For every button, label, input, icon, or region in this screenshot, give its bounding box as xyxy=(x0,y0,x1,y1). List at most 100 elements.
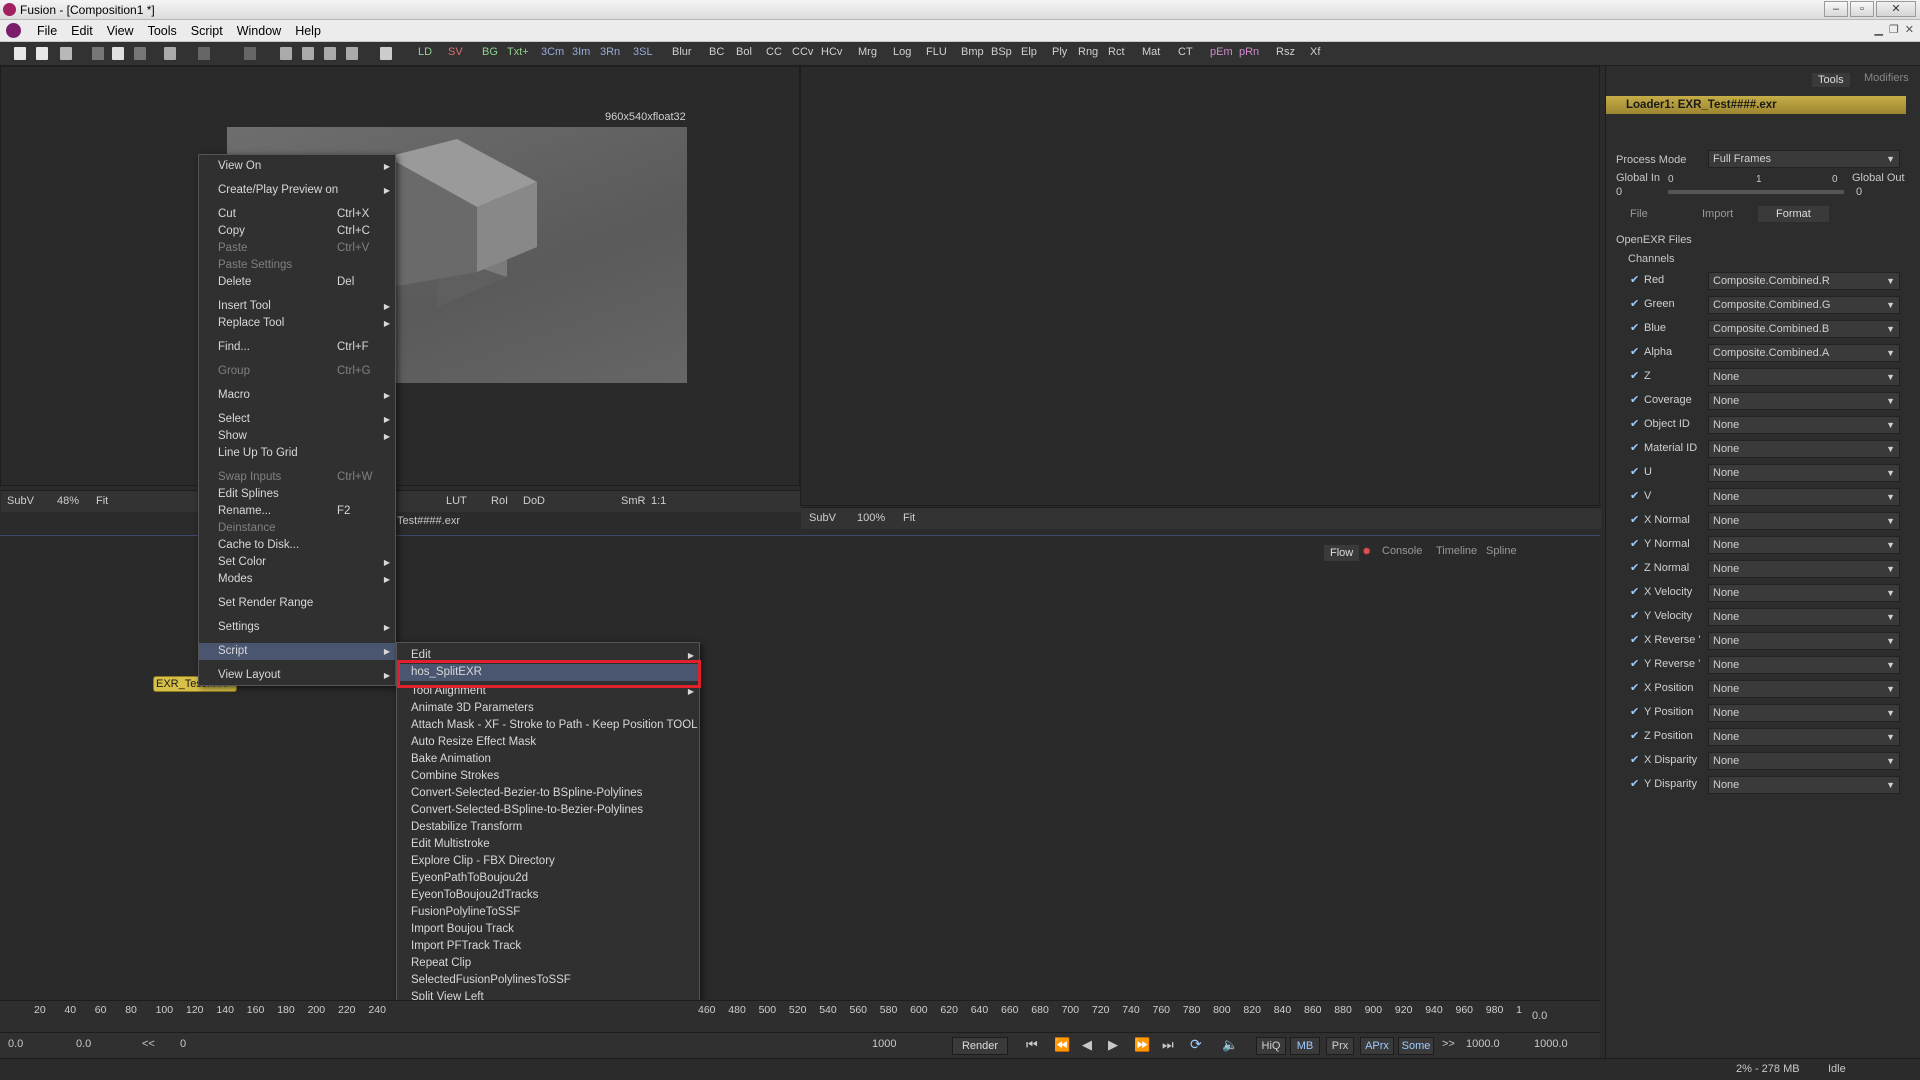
tool-bg[interactable]: BG xyxy=(482,46,498,58)
script-item-convert-selected-bspline-to-bezier-polylines[interactable]: Convert-Selected-BSpline-to-Bezier-Polyl… xyxy=(397,802,699,819)
scroll-back-button[interactable]: << xyxy=(142,1038,155,1050)
tool-bmp[interactable]: Bmp xyxy=(961,46,984,58)
context-menu-item-set-render-range[interactable]: Set Render Range xyxy=(199,595,395,612)
channel-dropdown[interactable]: None ▼ xyxy=(1708,488,1900,506)
channel-dropdown[interactable]: None ▼ xyxy=(1708,752,1900,770)
channel-checkbox[interactable]: ✔ xyxy=(1630,491,1640,502)
tool-3im[interactable]: 3Im xyxy=(572,46,590,58)
script-item-explore-clip-fbx-directory[interactable]: Explore Clip - FBX Directory xyxy=(397,853,699,870)
mb-button[interactable]: MB xyxy=(1290,1037,1320,1055)
channel-checkbox[interactable]: ✔ xyxy=(1630,563,1640,574)
tool-3sl[interactable]: 3SL xyxy=(633,46,653,58)
mdi-restore-icon[interactable]: ❐ xyxy=(1889,23,1899,36)
tool-rng[interactable]: Rng xyxy=(1078,46,1098,58)
script-item-combine-strokes[interactable]: Combine Strokes xyxy=(397,768,699,785)
zoom-dropdown-right[interactable]: 100% xyxy=(857,512,885,524)
channel-dropdown[interactable]: Composite.Combined.A ▼ xyxy=(1708,344,1900,362)
fast-forward-icon[interactable]: ⏩ xyxy=(1134,1037,1150,1053)
channel-dropdown[interactable]: None ▼ xyxy=(1708,584,1900,602)
channel-dropdown[interactable]: None ▼ xyxy=(1708,728,1900,746)
channel-checkbox[interactable]: ✔ xyxy=(1630,515,1640,526)
global-in-value[interactable]: 0 xyxy=(1616,186,1622,198)
tool-ct[interactable]: CT xyxy=(1178,46,1193,58)
prx-button[interactable]: Prx xyxy=(1326,1037,1354,1055)
tool-flu[interactable]: FLU xyxy=(926,46,947,58)
right-viewer[interactable]: SubV 100% Fit xyxy=(800,66,1601,529)
tool-xf[interactable]: Xf xyxy=(1310,46,1320,58)
context-menu-item-macro[interactable]: Macro ▶ xyxy=(199,387,395,404)
context-menu-item-rename[interactable]: Rename... F2 xyxy=(199,503,395,520)
channel-dropdown[interactable]: None ▼ xyxy=(1708,776,1900,794)
subtab-file[interactable]: File xyxy=(1630,208,1648,220)
context-menu-item-insert-tool[interactable]: Insert Tool ▶ xyxy=(199,298,395,315)
channel-checkbox[interactable]: ✔ xyxy=(1630,635,1640,646)
copy-icon[interactable] xyxy=(112,47,124,60)
context-menu-item-script[interactable]: Script ▶ xyxy=(199,643,395,660)
tool-elp[interactable]: Elp xyxy=(1021,46,1037,58)
context-menu-item-cut[interactable]: Cut Ctrl+X xyxy=(199,206,395,223)
tool-3rn[interactable]: 3Rn xyxy=(600,46,620,58)
script-item-animate-3d-parameters[interactable]: Animate 3D Parameters xyxy=(397,700,699,717)
audio-icon[interactable]: 🔈 xyxy=(1222,1037,1238,1053)
context-menu-item-copy[interactable]: Copy Ctrl+C xyxy=(199,223,395,240)
channel-checkbox[interactable]: ✔ xyxy=(1630,587,1640,598)
context-menu-item-settings[interactable]: Settings ▶ xyxy=(199,619,395,636)
tool-mat[interactable]: Mat xyxy=(1142,46,1160,58)
tool-prn[interactable]: pRn xyxy=(1239,46,1259,58)
global-range-slider[interactable] xyxy=(1668,190,1844,194)
tool-log[interactable]: Log xyxy=(893,46,911,58)
global-end-value[interactable]: 1000.0 xyxy=(1534,1038,1568,1050)
menu-tools[interactable]: Tools xyxy=(141,24,184,38)
tool-ply[interactable]: Ply xyxy=(1052,46,1067,58)
script-icon[interactable] xyxy=(380,47,392,60)
menu-file[interactable]: File xyxy=(30,24,64,38)
time-ruler[interactable]: 20 40 60 80 100 120 140 160 180 200 220 240 460 480 50… xyxy=(0,1000,1600,1032)
subtab-import[interactable]: Import xyxy=(1702,208,1733,220)
render-end-field[interactable]: 1000 xyxy=(872,1038,896,1050)
context-menu-item-select[interactable]: Select ▶ xyxy=(199,411,395,428)
tab-spline[interactable]: Spline xyxy=(1486,545,1517,557)
subtab-format[interactable]: Format xyxy=(1758,206,1829,222)
channel-dropdown[interactable]: None ▼ xyxy=(1708,368,1900,386)
script-item-convert-selected-bezier-to-bspline-polylines[interactable]: Convert-Selected-Bezier-to BSpline-Polyl… xyxy=(397,785,699,802)
channel-dropdown[interactable]: None ▼ xyxy=(1708,416,1900,434)
script-item-edit-multistroke[interactable]: Edit Multistroke xyxy=(397,836,699,853)
tool-cc[interactable]: CC xyxy=(766,46,782,58)
channel-checkbox[interactable]: ✔ xyxy=(1630,707,1640,718)
tool-pem[interactable]: pEm xyxy=(1210,46,1233,58)
channel-dropdown[interactable]: None ▼ xyxy=(1708,704,1900,722)
cut-icon[interactable] xyxy=(92,47,104,60)
ratio-button[interactable]: 1:1 xyxy=(651,495,666,507)
tool-title-bar[interactable]: Loader1: EXR_Test####.exr xyxy=(1606,96,1906,114)
render-end-value[interactable]: 1000.0 xyxy=(1466,1038,1500,1050)
script-item-import-boujou-track[interactable]: Import Boujou Track xyxy=(397,921,699,938)
channel-checkbox[interactable]: ✔ xyxy=(1630,467,1640,478)
channel-checkbox[interactable]: ✔ xyxy=(1630,299,1640,310)
zoom-dropdown[interactable]: 48% xyxy=(57,495,79,507)
channel-checkbox[interactable]: ✔ xyxy=(1630,755,1640,766)
rewind-icon[interactable]: ⏪ xyxy=(1054,1037,1070,1053)
script-item-fusionpolylinetossf[interactable]: FusionPolylineToSSF xyxy=(397,904,699,921)
tab-flow[interactable]: Flow xyxy=(1324,545,1360,561)
tool-rsz[interactable]: Rsz xyxy=(1276,46,1295,58)
channel-dropdown[interactable]: None ▼ xyxy=(1708,512,1900,530)
channel-dropdown[interactable]: None ▼ xyxy=(1708,536,1900,554)
channel-checkbox[interactable]: ✔ xyxy=(1630,611,1640,622)
context-menu-item-find[interactable]: Find... Ctrl+F xyxy=(199,339,395,356)
maximize-button[interactable]: ▫ xyxy=(1850,1,1874,17)
global-start-field[interactable]: 0.0 xyxy=(8,1038,23,1050)
tool-bc[interactable]: BC xyxy=(709,46,724,58)
script-item-eyeontoboujou2dtracks[interactable]: EyeonToBoujou2dTracks xyxy=(397,887,699,904)
context-menu-item-line-up-to-grid[interactable]: Line Up To Grid xyxy=(199,445,395,462)
channel-dropdown[interactable]: Composite.Combined.R ▼ xyxy=(1708,272,1900,290)
loop-icon[interactable]: ⟳ xyxy=(1190,1036,1202,1053)
redo-icon[interactable] xyxy=(198,47,210,60)
script-item-selectedfusionpolylinestossf[interactable]: SelectedFusionPolylinesToSSF xyxy=(397,972,699,989)
fit-button-right[interactable]: Fit xyxy=(903,512,915,524)
mdi-close-icon[interactable]: ✕ xyxy=(1905,23,1914,36)
channel-checkbox[interactable]: ✔ xyxy=(1630,731,1640,742)
context-menu-item-show[interactable]: Show ▶ xyxy=(199,428,395,445)
script-item-destabilize-transform[interactable]: Destabilize Transform xyxy=(397,819,699,836)
context-menu-item-edit-splines[interactable]: Edit Splines xyxy=(199,486,395,503)
channel-checkbox[interactable]: ✔ xyxy=(1630,683,1640,694)
